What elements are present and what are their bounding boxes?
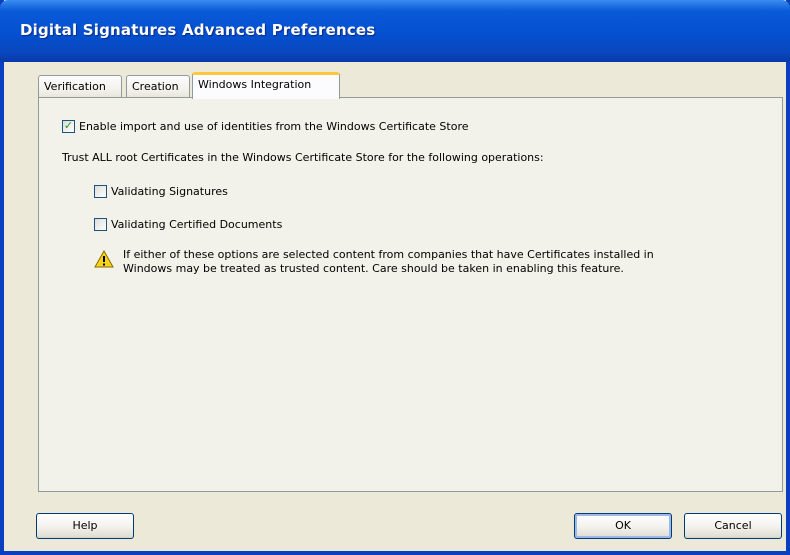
enable-import-option[interactable]: ✓ Enable import and use of identities fr…	[62, 119, 469, 133]
validating-certified-option[interactable]: Validating Certified Documents	[94, 218, 282, 231]
ok-button[interactable]: OK	[574, 513, 672, 539]
validating-signatures-option[interactable]: Validating Signatures	[94, 185, 228, 198]
dialog-window: Digital Signatures Advanced Preferences …	[0, 0, 790, 555]
window-title: Digital Signatures Advanced Preferences	[20, 21, 376, 39]
trust-heading: Trust ALL root Certificates in the Windo…	[62, 151, 544, 164]
enable-import-checkbox[interactable]: ✓	[62, 119, 75, 133]
validating-signatures-label: Validating Signatures	[111, 185, 228, 198]
warning-line-1: If either of these options are selected …	[123, 248, 654, 261]
validating-certified-label: Validating Certified Documents	[111, 218, 283, 231]
cancel-button[interactable]: Cancel	[684, 513, 782, 539]
warning-message: If either of these options are selected …	[123, 248, 763, 276]
checkmark-icon: ✓	[63, 119, 74, 132]
title-bar[interactable]: Digital Signatures Advanced Preferences	[0, 0, 790, 62]
warning-triangle-icon	[94, 250, 114, 268]
validating-certified-checkbox[interactable]	[94, 218, 107, 231]
validating-signatures-checkbox[interactable]	[94, 185, 107, 198]
tab-panel-windows-integration: ✓ Enable import and use of identities fr…	[38, 97, 783, 492]
tab-creation[interactable]: Creation	[126, 75, 190, 97]
warning-line-2: Windows may be treated as trusted conten…	[123, 262, 624, 275]
help-button[interactable]: Help	[36, 513, 134, 539]
enable-import-label: Enable import and use of identities from…	[79, 120, 469, 133]
tab-verification[interactable]: Verification	[38, 75, 122, 97]
tab-windows-integration[interactable]: Windows Integration	[192, 72, 340, 99]
trust-heading-text: Trust ALL root Certificates in the Windo…	[62, 151, 544, 164]
